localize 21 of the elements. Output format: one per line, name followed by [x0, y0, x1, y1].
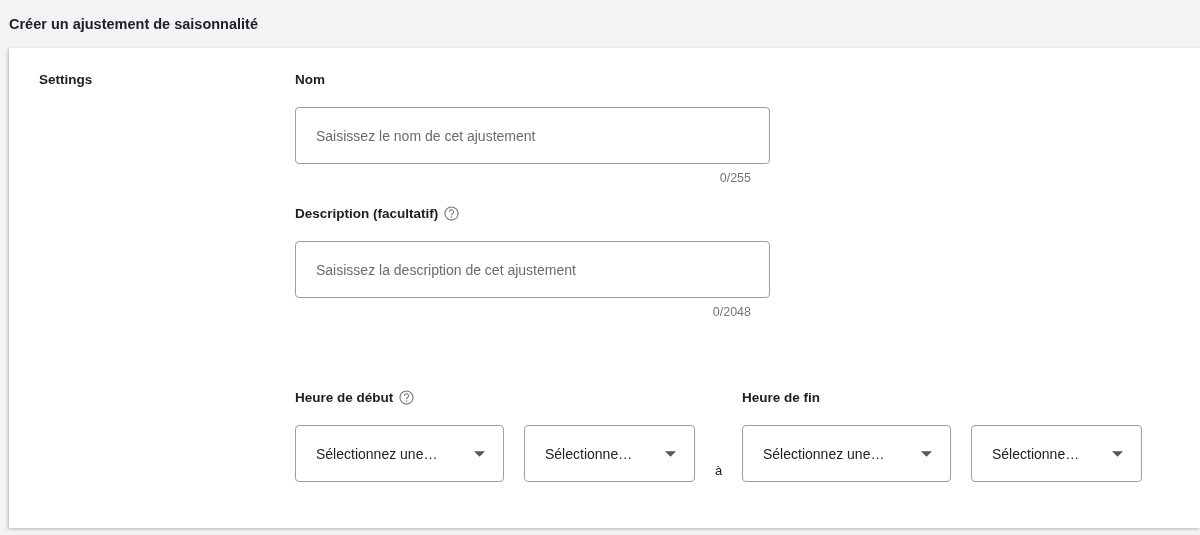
dropdown[interactable]: Sélectionnez une…	[295, 425, 504, 482]
character-counter: 0/2048	[712, 305, 751, 320]
field-label: Nom	[295, 71, 325, 87]
page-title: Créer un ajustement de saisonnalité	[9, 16, 258, 32]
caret-icon	[921, 450, 932, 457]
field-label: Heure de début	[295, 389, 394, 405]
field-label: Description (facultatif)	[295, 205, 439, 221]
text-field[interactable]: Saisissez la description de cet ajustement	[295, 241, 770, 298]
field-label: Heure de fin	[742, 389, 820, 405]
text-field[interactable]: Saisissez le nom de cet ajustement	[295, 107, 770, 164]
character-counter: 0/255	[719, 171, 751, 186]
caret-icon	[474, 450, 485, 457]
dropdown[interactable]: Sélectionne…	[971, 425, 1142, 482]
dropdown[interactable]: Sélectionnez une…	[742, 425, 951, 482]
caret-icon	[1112, 450, 1123, 457]
help-icon[interactable]	[399, 389, 415, 405]
separator-text: à	[713, 463, 724, 478]
section-label: Settings	[39, 72, 93, 87]
dropdown[interactable]: Sélectionne…	[524, 425, 695, 482]
caret-icon	[665, 450, 676, 457]
help-icon[interactable]	[444, 205, 460, 221]
